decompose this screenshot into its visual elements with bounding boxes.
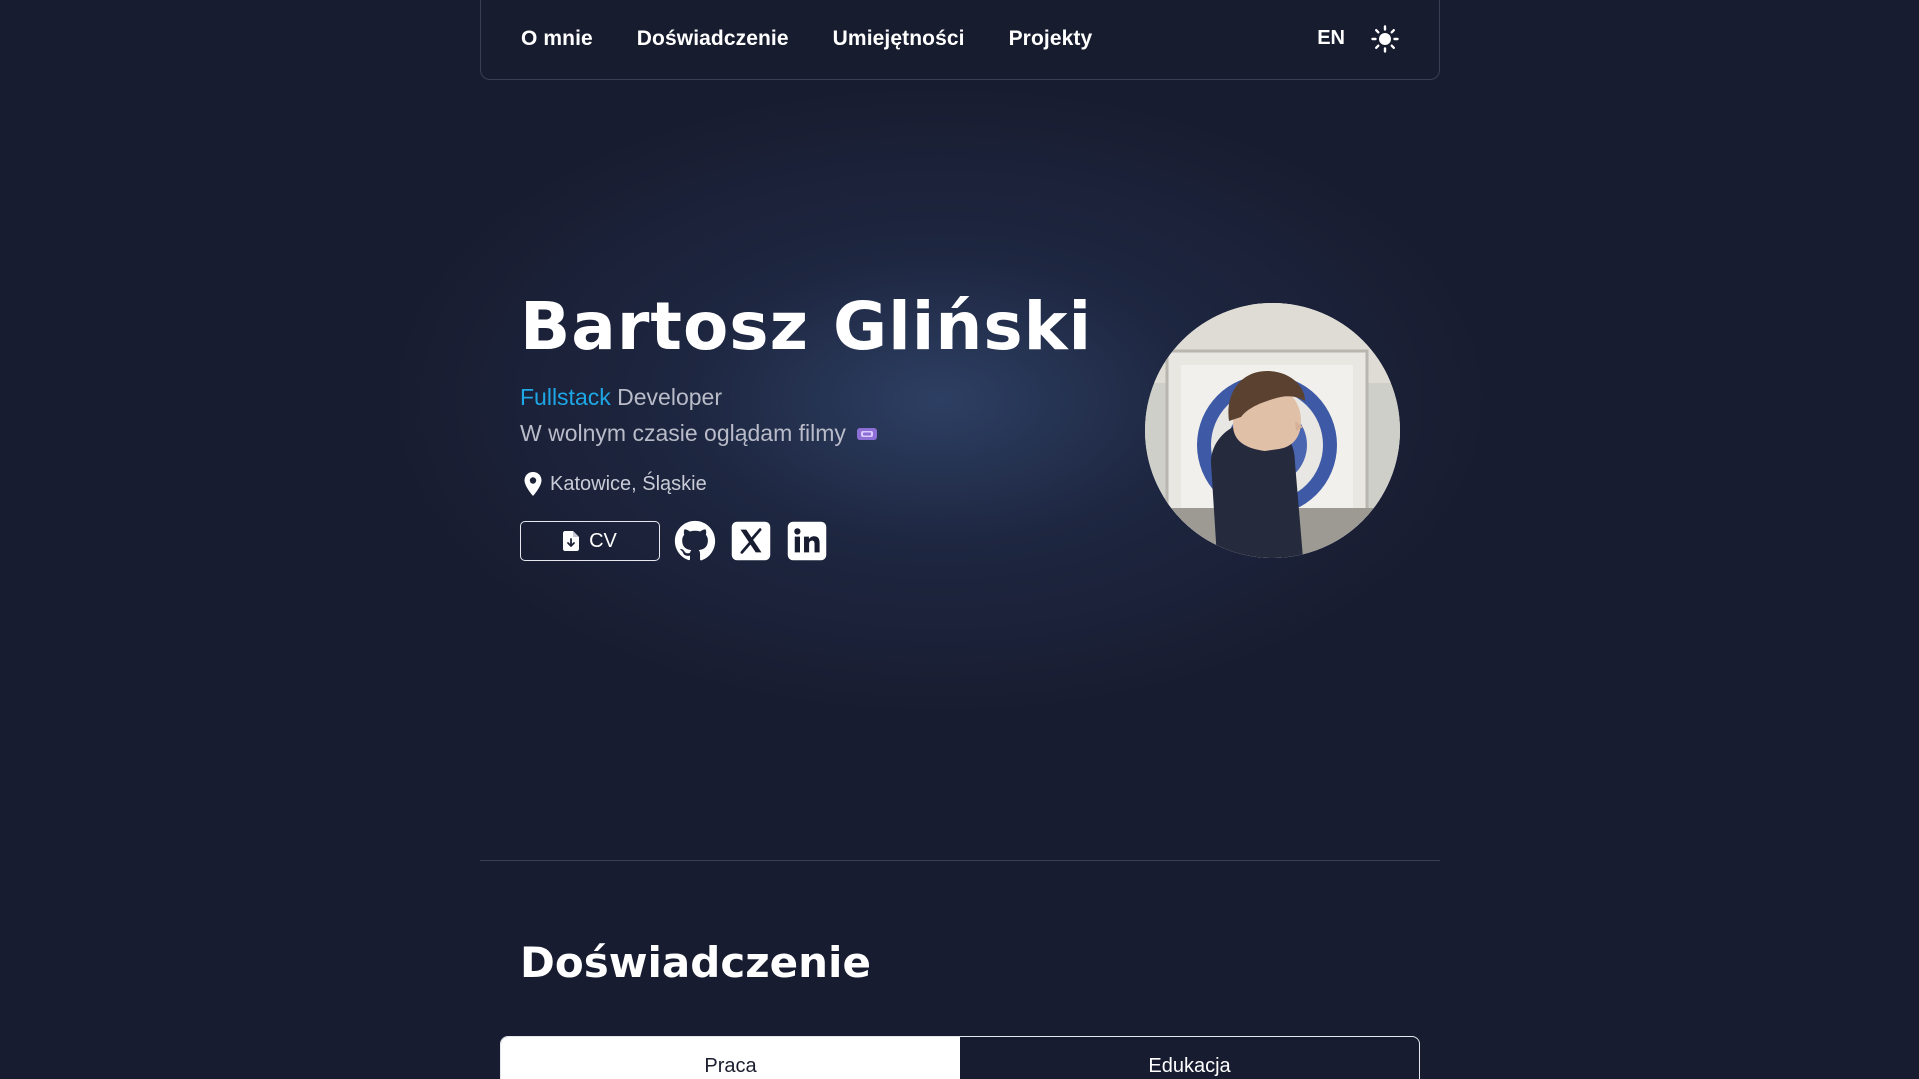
hero-location: Katowice, Śląskie [524,472,707,496]
linkedin-link[interactable] [786,520,828,562]
nav-link-about[interactable]: O mnie [521,27,593,51]
language-toggle[interactable]: EN [1317,27,1345,50]
experience-section-title: Doświadczenie [520,938,871,987]
hero-actions: CV [520,520,828,562]
role-accent: Fullstack [520,384,611,410]
tab-education[interactable]: Edukacja [960,1037,1419,1079]
ticket-icon [856,427,877,440]
profile-photo-illustration [1145,303,1400,558]
experience-tabs: Praca Edukacja [500,1036,1420,1079]
role-rest: Developer [610,384,722,410]
theme-toggle-button[interactable] [1371,24,1399,53]
top-navigation: O mnie Doświadczenie Umiejętności Projek… [480,0,1440,80]
map-pin-icon [524,472,542,496]
background-glow [0,0,1919,1079]
nav-link-experience[interactable]: Doświadczenie [637,27,789,51]
sun-icon [1371,24,1399,53]
hero-hobby: W wolnym czasie oglądam filmy [520,420,878,447]
hobby-text: W wolnym czasie oglądam filmy [520,420,846,446]
location-text: Katowice, Śląskie [550,472,707,495]
file-download-icon [563,531,580,551]
x-icon [731,521,771,561]
cv-download-button[interactable]: CV [520,521,660,561]
hero-name: Bartosz Gliński [520,288,1093,365]
github-icon [674,520,716,561]
nav-links: O mnie Doświadczenie Umiejętności Projek… [521,27,1092,51]
cv-label: CV [589,529,617,552]
github-link[interactable] [674,520,716,562]
linkedin-icon [787,521,827,561]
nav-link-projects[interactable]: Projekty [1009,27,1093,51]
profile-photo [1145,303,1400,558]
hero-role: Fullstack Developer [520,384,722,411]
nav-controls: EN [1317,24,1399,53]
tab-work[interactable]: Praca [501,1037,960,1079]
nav-link-skills[interactable]: Umiejętności [833,27,965,51]
x-link[interactable] [730,520,772,562]
section-divider [480,860,1440,861]
